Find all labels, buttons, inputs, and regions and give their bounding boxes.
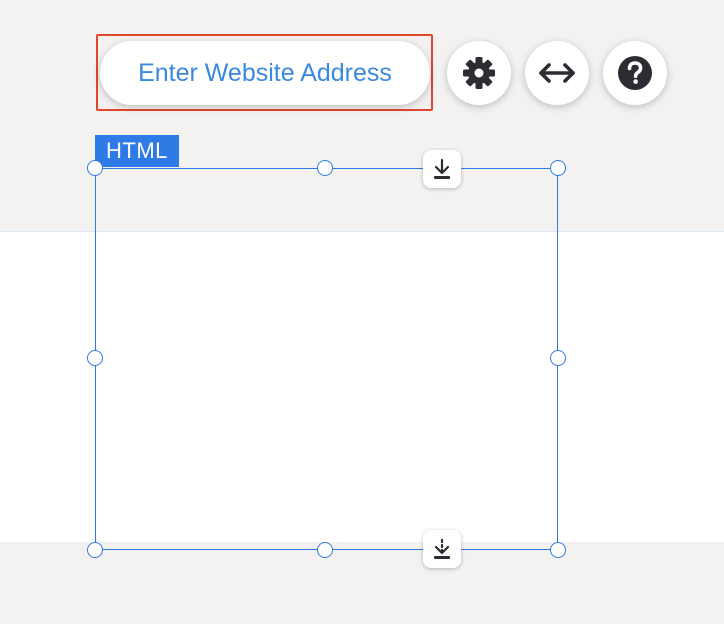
resize-handle-right[interactable]: [550, 350, 566, 366]
enter-website-address-button[interactable]: Enter Website Address: [100, 41, 430, 105]
stretch-button[interactable]: [525, 41, 589, 105]
help-button[interactable]: [603, 41, 667, 105]
resize-handle-bottom-right[interactable]: [550, 542, 566, 558]
dock-bottom-icon: [434, 538, 450, 559]
dock-top-icon: [434, 158, 450, 179]
resize-handle-top[interactable]: [317, 160, 333, 176]
page-footer-section: [0, 542, 724, 624]
resize-handle-top-right[interactable]: [550, 160, 566, 176]
resize-handle-bottom[interactable]: [317, 542, 333, 558]
enter-website-address-label: Enter Website Address: [138, 58, 392, 87]
settings-button[interactable]: [447, 41, 511, 105]
resize-handle-left[interactable]: [87, 350, 103, 366]
question-mark-icon: [618, 56, 652, 90]
resize-handle-top-left[interactable]: [87, 160, 103, 176]
dock-top-button[interactable]: [423, 150, 461, 188]
gear-icon: [463, 57, 495, 89]
resize-handle-bottom-left[interactable]: [87, 542, 103, 558]
html-component-selection-frame[interactable]: [95, 168, 558, 550]
horizontal-arrows-icon: [539, 63, 575, 83]
component-type-tag: HTML: [95, 135, 179, 167]
dock-bottom-button[interactable]: [423, 530, 461, 568]
component-type-label: HTML: [106, 138, 168, 163]
